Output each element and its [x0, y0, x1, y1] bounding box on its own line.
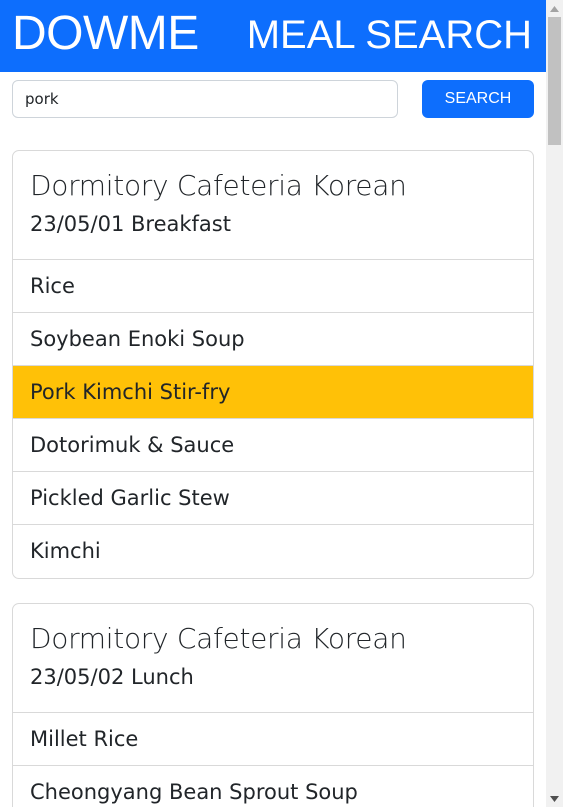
- meal-card-header: Dormitory Cafeteria Korean 23/05/02 Lunc…: [13, 604, 533, 713]
- menu-item: Soybean Enoki Soup: [13, 313, 533, 366]
- search-button[interactable]: SEARCH: [422, 80, 534, 118]
- meal-card-header: Dormitory Cafeteria Korean 23/05/01 Brea…: [13, 151, 533, 260]
- page-title: MEAL SEARCH: [246, 13, 532, 57]
- search-input[interactable]: [12, 80, 398, 118]
- menu-item: Kimchi: [30, 539, 101, 563]
- meal-date-time: 23/05/01 Breakfast: [30, 212, 231, 236]
- menu-item-highlighted: Pork Kimchi Stir-fry: [13, 366, 533, 419]
- scrollbar-thumb[interactable]: [548, 17, 561, 145]
- cafeteria-name: Dormitory Cafeteria Korean: [30, 169, 407, 202]
- meal-card: Dormitory Cafeteria Korean 23/05/02 Lunc…: [12, 603, 534, 807]
- brand-logo-text[interactable]: DOWME: [12, 8, 199, 60]
- app-viewport: DOWME MEAL SEARCH SEARCH Dormitory Cafet…: [0, 0, 546, 807]
- menu-item: Rice: [13, 260, 533, 313]
- meal-card: Dormitory Cafeteria Korean 23/05/01 Brea…: [12, 150, 534, 579]
- results-list: Dormitory Cafeteria Korean 23/05/01 Brea…: [12, 150, 534, 807]
- meal-date-time: 23/05/02 Lunch: [30, 665, 194, 689]
- menu-item: Pickled Garlic Stew: [13, 472, 533, 525]
- cafeteria-name: Dormitory Cafeteria Korean: [30, 622, 407, 655]
- menu-item: Millet Rice: [13, 713, 533, 766]
- triangle-down-icon[interactable]: [546, 790, 563, 807]
- menu-item: Cheongyang Bean Sprout Soup: [30, 780, 358, 804]
- vertical-scrollbar[interactable]: [546, 0, 563, 807]
- triangle-up-icon[interactable]: [546, 0, 563, 17]
- menu-item: Dotorimuk & Sauce: [13, 419, 533, 472]
- app-header: DOWME MEAL SEARCH: [0, 0, 546, 72]
